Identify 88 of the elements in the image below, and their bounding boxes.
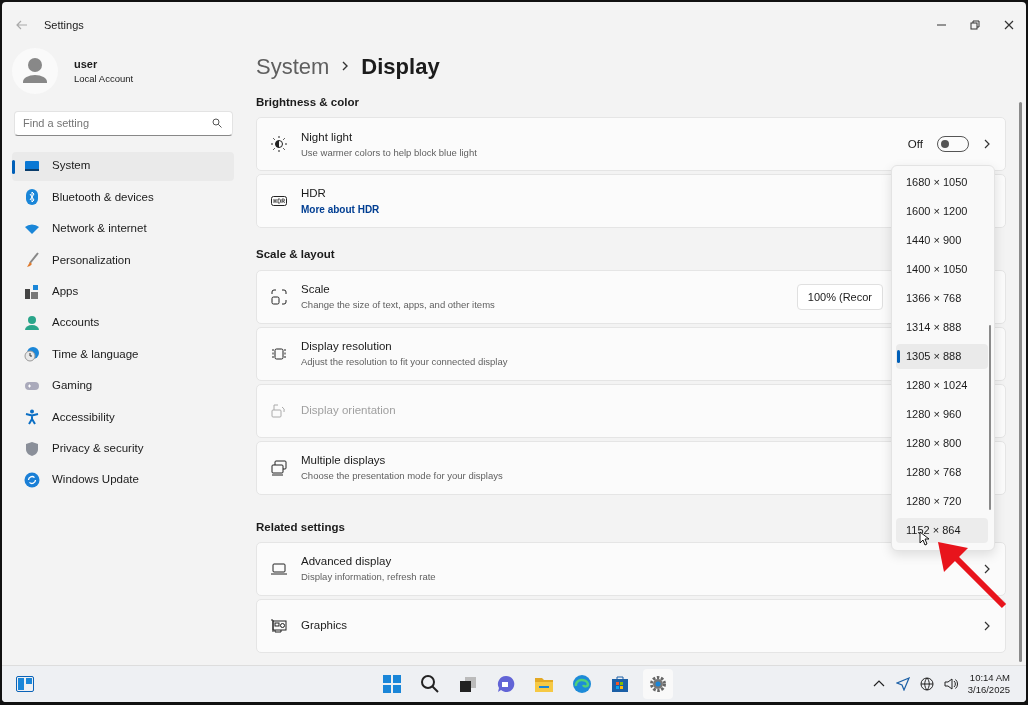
widgets-icon xyxy=(16,676,34,692)
clock-date[interactable]: 3/16/2025 xyxy=(967,684,1010,697)
sidebar-item[interactable]: Network & internet xyxy=(12,214,234,244)
shield-icon xyxy=(24,440,40,457)
sidebar-item[interactable]: Accounts xyxy=(12,308,234,338)
section-heading: Brightness & color xyxy=(256,95,359,110)
breadcrumb-link[interactable]: System xyxy=(256,49,330,83)
restore-icon xyxy=(970,20,980,30)
close-icon xyxy=(1004,20,1014,30)
pointer-arrow xyxy=(936,540,1008,610)
location-arrow-icon[interactable] xyxy=(895,677,910,691)
section-heading: Related settings xyxy=(256,519,345,535)
menu-option[interactable]: 1366 × 768 xyxy=(896,286,988,311)
scale-dropdown[interactable]: 100% (Recor xyxy=(796,283,883,310)
learn-more-link[interactable]: More about HDR xyxy=(301,202,380,218)
chevron-right-icon[interactable] xyxy=(983,619,991,632)
sidebar-item[interactable]: Privacy & security xyxy=(12,434,234,463)
search-icon xyxy=(212,118,222,128)
section-heading: Scale & layout xyxy=(256,247,335,263)
sidebar-item[interactable]: Apps xyxy=(12,277,234,307)
sidebar-item[interactable]: Bluetooth & devices xyxy=(12,182,234,212)
chevron-right-icon[interactable] xyxy=(983,138,991,151)
setting-description: Adjust the resolution to fit your connected display xyxy=(301,355,508,369)
browser-icon xyxy=(572,674,592,694)
setting-description: Use warmer colors to help block blue light xyxy=(301,145,477,160)
search-icon xyxy=(420,674,440,694)
brush-icon xyxy=(24,252,40,269)
laptop-icon xyxy=(271,560,287,577)
clock-time[interactable]: 10:14 AM xyxy=(967,671,1010,684)
menu-option[interactable]: 1314 × 888 xyxy=(896,315,988,340)
chat-bubble-icon xyxy=(496,674,516,694)
monitor-icon xyxy=(24,158,40,174)
menu-option[interactable]: 1680 × 1050 xyxy=(896,170,988,195)
setting-title: Display resolution xyxy=(301,338,392,354)
scrollbar[interactable] xyxy=(1019,102,1022,662)
setting-description: Display information, refresh rate xyxy=(301,570,436,585)
settings-icon xyxy=(648,674,668,694)
window-title: Settings xyxy=(44,17,84,33)
menu-option[interactable]: 1280 × 768 xyxy=(896,460,988,485)
chevron-right-icon xyxy=(341,60,350,72)
setting-title: Advanced display xyxy=(301,554,392,569)
menu-option[interactable]: 1600 × 1200 xyxy=(896,199,988,224)
menu-option[interactable]: 1280 × 960 xyxy=(896,402,988,427)
sidebar-item[interactable]: System xyxy=(12,151,234,181)
setting-title: Scale xyxy=(301,281,330,297)
bluetooth-icon xyxy=(24,189,40,206)
account-type: Local Account xyxy=(74,72,134,87)
page-title: Display xyxy=(361,52,440,81)
sidebar-item[interactable]: Personalization xyxy=(12,245,234,275)
sync-icon xyxy=(24,471,40,488)
menu-option[interactable]: 1305 × 888 xyxy=(896,344,988,369)
sun-moon-icon xyxy=(271,136,287,153)
menu-option[interactable]: 1280 × 720 xyxy=(896,489,988,514)
setting-title: Graphics xyxy=(301,618,348,634)
menu-option[interactable]: 1400 × 1050 xyxy=(896,257,988,282)
search-field[interactable]: Find a setting xyxy=(14,110,233,136)
settings-button[interactable] xyxy=(643,669,673,699)
setting-title: Night light xyxy=(301,129,353,145)
setting-title: HDR xyxy=(301,186,326,202)
sidebar-item[interactable]: Time & language xyxy=(12,339,234,369)
accessibility-icon xyxy=(24,409,40,426)
scale-icon xyxy=(271,288,287,305)
speaker-icon[interactable] xyxy=(943,677,958,691)
menu-option[interactable]: 1440 × 900 xyxy=(896,228,988,253)
windows-logo-icon xyxy=(382,674,402,694)
setting-description: Change the size of text, apps, and other items xyxy=(301,298,495,312)
chevron-right-icon[interactable] xyxy=(983,562,991,575)
avatar-icon xyxy=(12,48,58,94)
menu-option[interactable]: 1280 × 1024 xyxy=(896,373,988,398)
sidebar-item[interactable]: Windows Update xyxy=(12,465,234,495)
menu-option[interactable]: 1152 × 864 xyxy=(896,518,988,543)
scrollbar[interactable] xyxy=(989,325,991,510)
setting-title: Multiple displays xyxy=(301,452,386,468)
user-name: user xyxy=(74,56,99,72)
two-screens-icon xyxy=(271,459,287,476)
person-icon xyxy=(24,314,40,331)
sidebar-item[interactable]: Gaming xyxy=(12,371,234,401)
apps-icon xyxy=(24,283,40,300)
task-view-icon xyxy=(458,674,478,694)
sidebar-item[interactable]: Accessibility xyxy=(12,402,234,432)
globe-clock-icon xyxy=(24,346,40,363)
graphics-card-icon xyxy=(271,617,287,634)
toggle-state-label: Off xyxy=(907,136,923,152)
setting-title: Display orientation xyxy=(301,402,396,418)
store-bag-icon xyxy=(610,674,630,694)
globe-icon[interactable] xyxy=(919,677,934,691)
setting-description: Choose the presentation mode for your displays xyxy=(301,469,503,483)
menu-option[interactable]: 1280 × 800 xyxy=(896,431,988,456)
